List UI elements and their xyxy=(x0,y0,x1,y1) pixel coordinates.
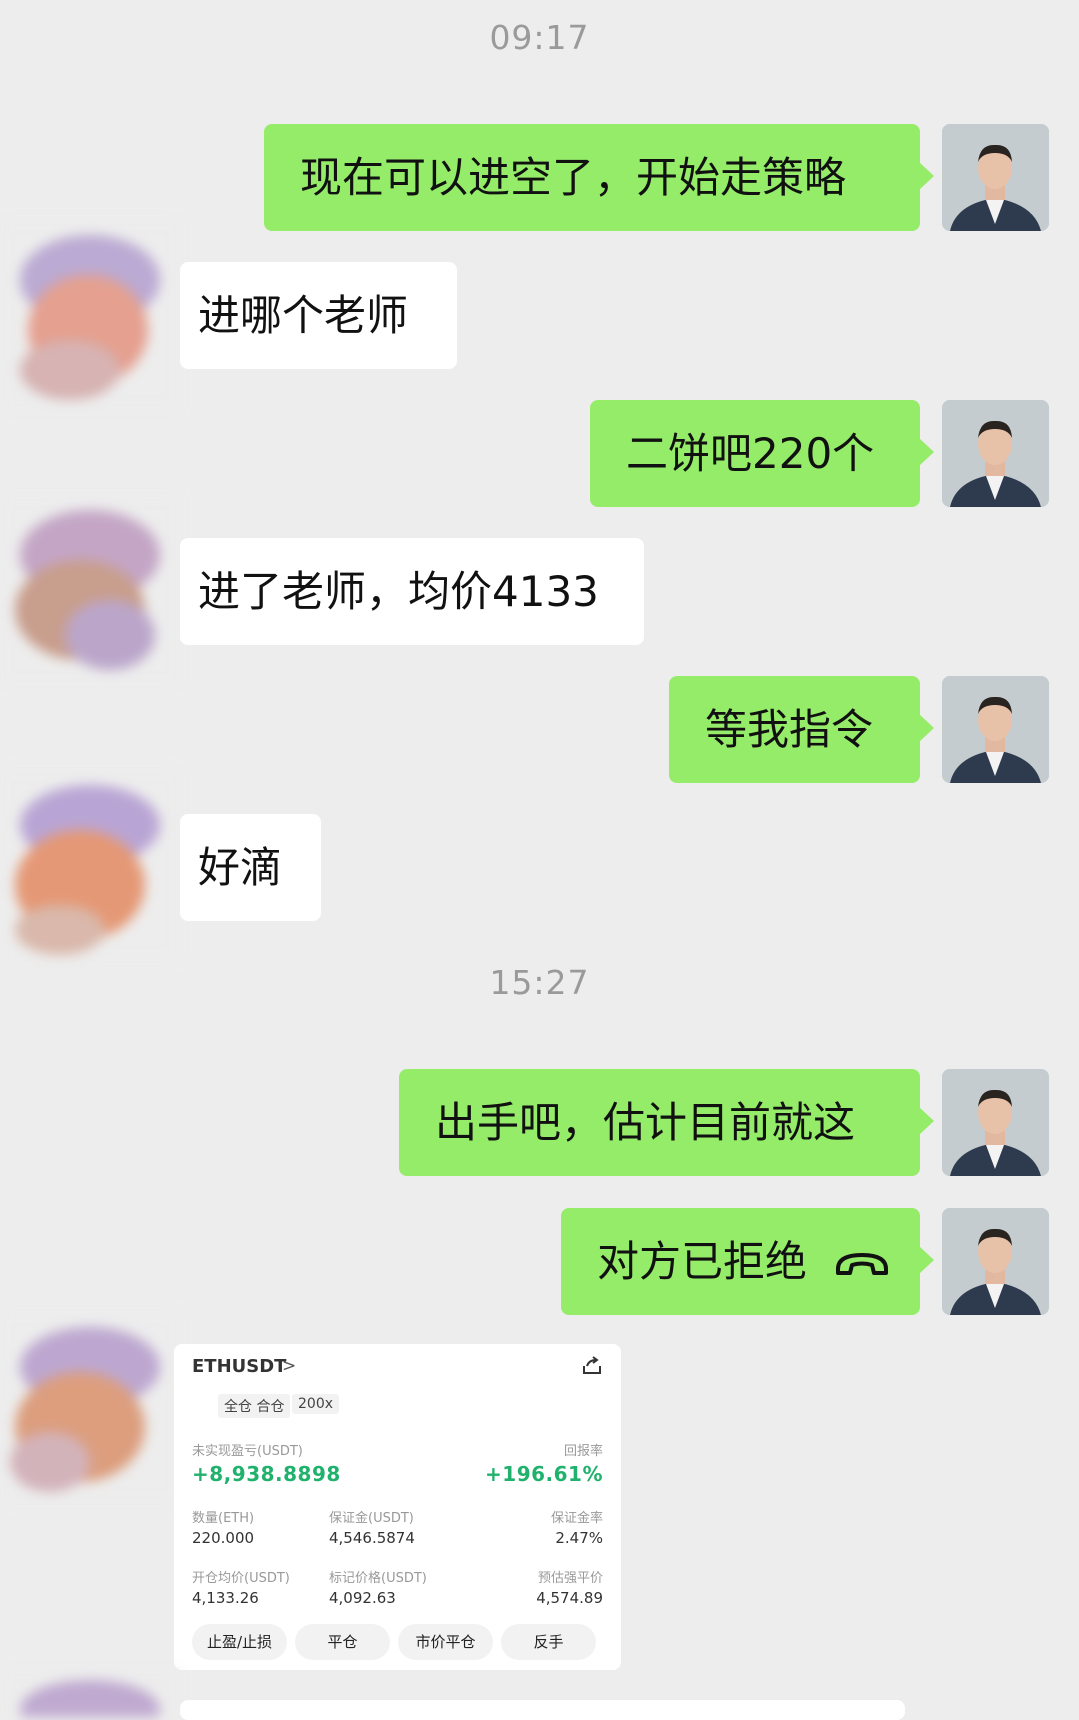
field-value: 4,546.5874 xyxy=(329,1529,415,1547)
message-text: 对方已拒绝 xyxy=(597,1237,808,1286)
share-icon xyxy=(581,1354,603,1380)
symbol-name: ETHUSDT xyxy=(192,1356,287,1377)
message-text: 进了老师，均价4133 xyxy=(198,567,599,616)
pnl-label: 未实现盈亏(USDT) xyxy=(192,1444,303,1459)
contact-avatar-blurred[interactable] xyxy=(0,1312,180,1502)
roe-label: 回报率 xyxy=(563,1444,603,1459)
field-label: 数量(ETH) xyxy=(192,1511,255,1526)
contact-avatar-blurred[interactable] xyxy=(0,495,180,685)
field-value: 4,092.63 xyxy=(329,1589,396,1607)
position-screenshot-card[interactable]: ETHUSDT > 全仓 合仓 200x 未实现盈亏(USDT) 回报率 +8,… xyxy=(174,1344,621,1670)
my-avatar[interactable] xyxy=(942,400,1049,507)
contact-avatar-blurred[interactable] xyxy=(0,220,180,410)
field-label: 开仓均价(USDT) xyxy=(192,1571,290,1586)
message-text: 等我指令 xyxy=(705,705,874,754)
field-value: 4,133.26 xyxy=(192,1589,259,1607)
field-label: 保证金率 xyxy=(550,1511,603,1526)
margin-mode-tag: 全仓 合仓 xyxy=(218,1394,291,1418)
my-message-bubble[interactable]: 等我指令 xyxy=(669,676,934,783)
my-message-bubble[interactable]: 出手吧，估计目前就这 xyxy=(399,1069,934,1176)
tp-sl-button[interactable]: 止盈/止损 xyxy=(192,1624,287,1660)
close-position-button[interactable]: 平仓 xyxy=(295,1624,390,1660)
field-value: 2.47% xyxy=(555,1529,603,1547)
chevron-right-icon: > xyxy=(282,1356,297,1376)
my-avatar[interactable] xyxy=(942,1208,1049,1315)
field-label: 标记价格(USDT) xyxy=(329,1571,427,1586)
field-label: 保证金(USDT) xyxy=(329,1511,414,1526)
message-text: 出手吧，估计目前就这 xyxy=(435,1098,856,1147)
my-avatar[interactable] xyxy=(942,676,1049,783)
my-message-bubble[interactable]: 二饼吧220个 xyxy=(590,400,934,507)
pnl-value: +8,938.8898 xyxy=(192,1462,341,1486)
contact-avatar-blurred[interactable] xyxy=(0,770,180,960)
field-value: 4,574.89 xyxy=(536,1589,603,1607)
contact-message-bubble[interactable]: 进了老师，均价4133 xyxy=(180,538,644,645)
field-value: 220.000 xyxy=(192,1529,255,1547)
contact-message-bubble[interactable]: 好滴 xyxy=(180,814,321,921)
reverse-button[interactable]: 反手 xyxy=(501,1624,596,1660)
contact-avatar-blurred[interactable] xyxy=(0,1670,180,1717)
call-declined-bubble[interactable]: 对方已拒绝 xyxy=(561,1208,934,1318)
field-label: 预估强平价 xyxy=(537,1571,603,1586)
contact-message-bubble[interactable]: 进哪个老师 xyxy=(180,262,457,369)
my-message-bubble[interactable]: 现在可以进空了，开始走策略 xyxy=(264,124,934,231)
roe-value: +196.61% xyxy=(485,1462,603,1486)
message-text: 好滴 xyxy=(198,843,283,892)
message-text: 二饼吧220个 xyxy=(626,429,875,478)
message-text: 现在可以进空了，开始走策略 xyxy=(300,153,847,202)
timestamp: 15:27 xyxy=(489,963,590,1002)
market-close-button[interactable]: 市价平仓 xyxy=(398,1624,493,1660)
my-avatar[interactable] xyxy=(942,124,1049,231)
message-text: 进哪个老师 xyxy=(198,291,409,340)
timestamp: 09:17 xyxy=(489,18,590,57)
leverage-tag: 200x xyxy=(292,1394,340,1414)
my-avatar[interactable] xyxy=(942,1069,1049,1176)
contact-message-bubble[interactable] xyxy=(180,1700,905,1720)
hangup-phone-icon xyxy=(834,1211,890,1318)
